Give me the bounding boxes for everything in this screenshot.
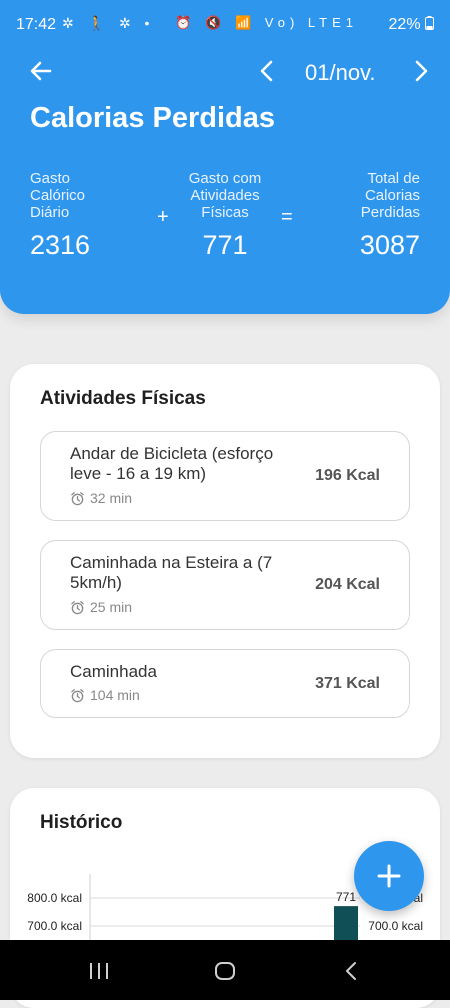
activity-kcal: 204 Kcal: [315, 576, 380, 593]
activity-item[interactable]: Caminhada na Esteira a (7 5km/h) 25 min …: [40, 540, 410, 630]
activities-expenditure-label: Gasto com Atividades Físicas: [188, 170, 262, 221]
back-arrow-icon[interactable]: [28, 58, 54, 84]
current-date: 01/nov.: [305, 60, 376, 85]
equals-sign: =: [281, 206, 293, 228]
activity-name: Caminhada: [70, 662, 157, 681]
home-icon[interactable]: [214, 961, 236, 981]
activity-name: Andar de Bicicleta (esforço leve - 16 a …: [70, 444, 274, 483]
header: 17:42 ✲ 🚶 ✲ • ⏰ 🔇 📶 Vo) LTE1 22% 01/nov.…: [0, 0, 450, 314]
total-calories-label: Total de Calorias Perdidas: [360, 170, 420, 221]
alarm-clock-icon: [71, 491, 84, 505]
y-tick-label-left: 700.0 kcal: [27, 919, 82, 933]
activities-card-title: Atividades Físicas: [40, 388, 206, 409]
activity-duration-text: 32 min: [90, 490, 133, 506]
next-day-chevron-icon[interactable]: [410, 58, 432, 84]
activities-card: Atividades Físicas Andar de Bicicleta (e…: [10, 364, 440, 758]
activity-duration: 104 min: [70, 687, 140, 703]
notification-icons: ✲ 🚶 ✲ •: [62, 15, 155, 31]
activity-duration: 32 min: [70, 490, 132, 506]
activity-item[interactable]: Andar de Bicicleta (esforço leve - 16 a …: [40, 431, 410, 521]
back-nav-icon[interactable]: [342, 961, 360, 981]
status-bar: 17:42 ✲ 🚶 ✲ • ⏰ 🔇 📶 Vo) LTE1 22%: [0, 0, 450, 50]
activity-name: Caminhada na Esteira a (7 5km/h): [70, 553, 273, 592]
daily-expenditure-value: 2316: [30, 230, 91, 260]
history-card-title: Histórico: [40, 812, 123, 833]
alarm-clock-icon: [71, 688, 84, 702]
previous-day-chevron-icon[interactable]: [256, 58, 278, 84]
activity-kcal: 371 Kcal: [315, 675, 380, 692]
add-activity-button[interactable]: [354, 841, 424, 911]
battery-icon: [425, 16, 434, 30]
recent-apps-icon[interactable]: [88, 961, 110, 981]
daily-expenditure-label: Gasto Calórico Diário: [30, 170, 86, 221]
activity-duration-text: 25 min: [90, 599, 133, 615]
total-calories-value: 3087: [359, 230, 420, 260]
battery-level: 22%: [389, 16, 434, 34]
alarm-clock-icon: [71, 600, 84, 614]
status-time: 17:42: [16, 16, 57, 33]
activity-duration-text: 104 min: [90, 687, 140, 703]
activity-duration: 25 min: [70, 599, 132, 615]
system-status-icons: ⏰ 🔇 📶 Vo) LTE1: [175, 15, 358, 30]
y-tick-label-right: 700.0 kcal: [368, 919, 423, 933]
activity-kcal: 196 Kcal: [315, 467, 380, 484]
activities-expenditure-value: 771: [202, 230, 248, 260]
plus-sign: +: [157, 206, 169, 228]
page-title: Calorias Perdidas: [30, 102, 275, 134]
battery-percent: 22%: [388, 16, 421, 33]
activity-item[interactable]: Caminhada 104 min 371 Kcal: [40, 649, 410, 718]
plus-icon: [377, 864, 401, 888]
system-navigation-bar: [0, 940, 450, 1000]
y-tick-label-left: 800.0 kcal: [27, 891, 82, 905]
